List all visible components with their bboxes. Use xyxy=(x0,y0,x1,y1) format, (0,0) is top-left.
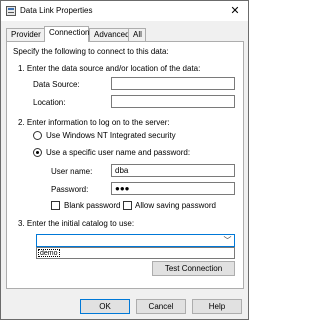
step1-heading: 1. Enter the data source and/or location… xyxy=(18,64,201,73)
close-icon[interactable]: ✕ xyxy=(222,1,248,21)
password-label: Password: xyxy=(51,185,89,194)
username-field[interactable]: dba xyxy=(111,164,235,177)
ok-button[interactable]: OK xyxy=(80,299,130,314)
catalog-option-demo[interactable]: demo xyxy=(38,249,60,257)
password-field[interactable]: ●●● xyxy=(111,182,235,195)
step3-heading: 3. Enter the initial catalog to use: xyxy=(18,219,135,228)
location-label: Location: xyxy=(33,98,66,107)
tab-connection[interactable]: Connection xyxy=(44,26,89,42)
data-source-label: Data Source: xyxy=(33,80,80,89)
tab-provider[interactable]: Provider xyxy=(6,28,45,41)
window-title: Data Link Properties xyxy=(20,6,93,15)
initial-catalog-combobox[interactable]: ﹀ xyxy=(36,234,235,247)
chevron-down-icon[interactable]: ﹀ xyxy=(221,235,234,246)
blank-password-label: Blank password xyxy=(64,201,121,210)
specific-user-radio[interactable] xyxy=(33,148,42,157)
title-bar: Data Link Properties ✕ xyxy=(1,1,248,21)
nt-security-radio[interactable] xyxy=(33,131,42,140)
catalog-dropdown-list: demo xyxy=(36,247,235,259)
data-source-field[interactable] xyxy=(111,77,235,90)
location-field[interactable] xyxy=(111,95,235,108)
step2-heading: 2. Enter information to log on to the se… xyxy=(18,118,170,127)
help-button[interactable]: Help xyxy=(192,299,242,314)
tab-all[interactable]: All xyxy=(128,28,146,41)
intro-text: Specify the following to connect to this… xyxy=(13,47,169,56)
tab-advanced[interactable]: Advanced xyxy=(89,28,130,41)
username-label: User name: xyxy=(51,167,93,176)
specific-user-label: Use a specific user name and password: xyxy=(46,148,191,157)
test-connection-button[interactable]: Test Connection xyxy=(152,261,235,276)
allow-saving-password-label: Allow saving password xyxy=(135,201,216,210)
data-link-icon xyxy=(6,6,16,16)
blank-password-checkbox[interactable] xyxy=(51,201,60,210)
nt-security-label: Use Windows NT Integrated security xyxy=(46,131,176,140)
allow-saving-password-checkbox[interactable] xyxy=(123,201,132,210)
cancel-button[interactable]: Cancel xyxy=(136,299,186,314)
connection-panel: Specify the following to connect to this… xyxy=(6,41,244,289)
data-link-properties-dialog: Data Link Properties ✕ Provider Connecti… xyxy=(0,0,249,320)
